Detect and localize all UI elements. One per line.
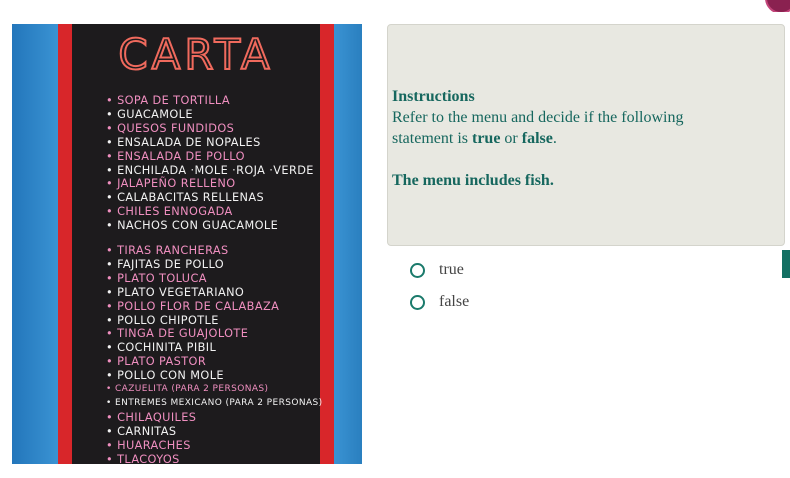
line2-prefix: statement is [392, 130, 472, 147]
menu-item: Pollo flor de calabaza [106, 300, 323, 314]
top-strip [0, 0, 790, 12]
profile-button[interactable] [765, 0, 790, 12]
menu-item: Nachos con guacamole [106, 219, 314, 233]
instructions-line-2: statement is true or false. [392, 128, 776, 149]
blue-wall-left [12, 24, 58, 464]
blue-wall-right [334, 24, 362, 464]
menu-title: CARTA [117, 29, 274, 80]
menu-item: Plato vegetariano [106, 286, 323, 300]
or-word: or [500, 130, 522, 147]
instructions-line-1: Refer to the menu and decide if the foll… [392, 109, 684, 126]
option-true-label: true [439, 261, 464, 278]
true-word: true [471, 130, 501, 147]
instructions-panel: Instructions Refer to the menu and decid… [387, 24, 785, 246]
menu-item: Calabacitas rellenas [106, 191, 314, 205]
menu-item: Pollo con mole [106, 369, 323, 383]
side-tab[interactable] [782, 250, 790, 278]
menu-item: Chilaquiles [106, 411, 323, 425]
menu-item: Carnitas [106, 425, 323, 439]
question-statement: The menu includes fish. [392, 172, 554, 189]
menu-item: Tlacoyos [106, 453, 323, 464]
menu-item: Quesos fundidos [106, 122, 314, 136]
menu-image: CARTA Sopa de tortillaGuacamoleQuesos fu… [12, 24, 362, 464]
option-false-label: false [439, 293, 470, 310]
menu-item: Entremes mexicano (para 2 personas) [106, 397, 323, 411]
menu-item: Enchilada ·mole ·roja ·verde [106, 164, 314, 178]
menu-item: Cazuelita (para 2 personas) [106, 383, 323, 397]
menu-item: Fajitas de pollo [106, 258, 323, 272]
menu-item: Plato pastor [106, 355, 323, 369]
radio-false[interactable] [410, 294, 425, 310]
menu-item: Tiras rancheras [106, 244, 323, 258]
menu-list-2: Tiras rancherasFajitas de polloPlato Tol… [106, 244, 323, 464]
menu-item: Ensalada de pollo [106, 150, 314, 164]
menu-item: Ensalada de nopales [106, 136, 314, 150]
menu-item: Sopa de tortilla [106, 94, 314, 108]
menu-item: Tinga de guajolote [106, 327, 323, 341]
menu-item: Pollo chipotle [106, 314, 323, 328]
menu-item: Plato Toluca [106, 272, 323, 286]
instructions-heading: Instructions [392, 88, 475, 105]
false-word: false [521, 130, 553, 147]
menu-item: Jalapeño relleno [106, 177, 314, 191]
menu-item: Cochinita pibil [106, 341, 323, 355]
chalkboard: CARTA Sopa de tortillaGuacamoleQuesos fu… [72, 24, 323, 464]
menu-item: Huaraches [106, 439, 323, 453]
option-true[interactable]: true [410, 259, 464, 281]
menu-item: Chiles ennogada [106, 205, 314, 219]
line2-suffix: . [552, 130, 557, 147]
instructions-content: Instructions Refer to the menu and decid… [392, 86, 776, 191]
radio-true[interactable] [410, 262, 425, 278]
menu-list-1: Sopa de tortillaGuacamoleQuesos fundidos… [106, 94, 314, 233]
menu-item: Guacamole [106, 108, 314, 122]
option-false[interactable]: false [410, 291, 469, 313]
